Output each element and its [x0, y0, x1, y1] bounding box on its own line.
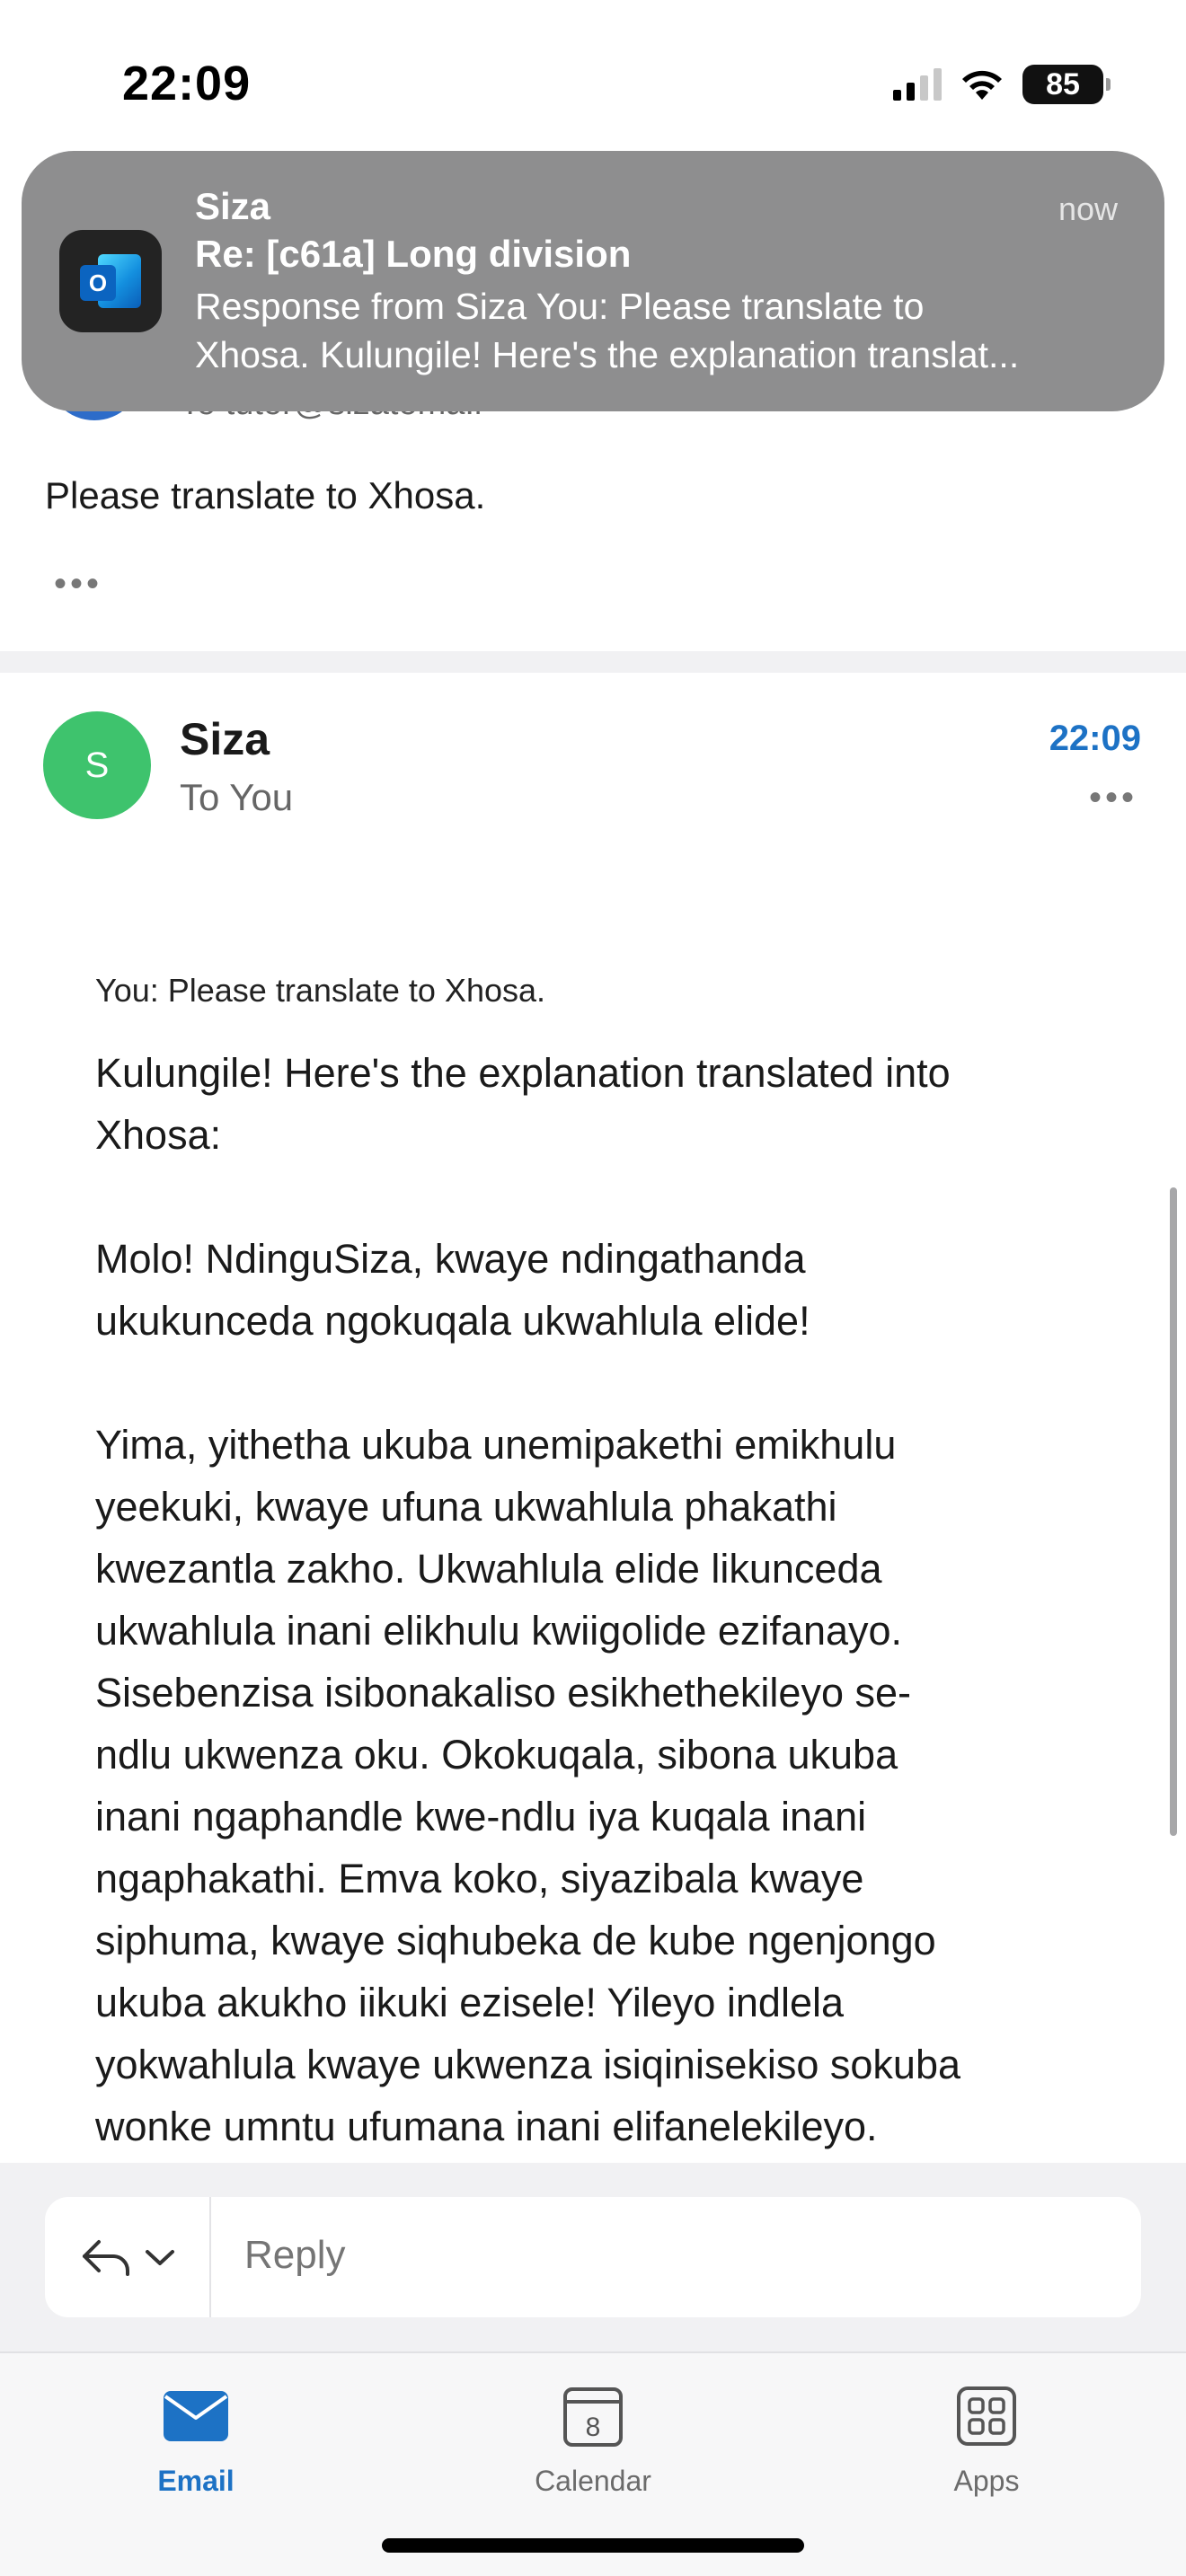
reply-options-button[interactable]	[45, 2197, 211, 2317]
tab-calendar-label: Calendar	[535, 2465, 651, 2497]
notification-title: Re: [c61a] Long division	[195, 233, 632, 275]
battery-level: 85	[1046, 66, 1080, 101]
message-time: 22:09	[1049, 719, 1141, 758]
message-separator	[0, 651, 1186, 673]
reply-box	[45, 2197, 1141, 2317]
reply-input[interactable]	[244, 2233, 1053, 2278]
tab-calendar[interactable]: 8 Calendar	[494, 2371, 692, 2498]
calendar-icon: 8	[563, 2387, 623, 2447]
reply-arrow-icon	[82, 2240, 129, 2276]
tab-email-label: Email	[157, 2465, 235, 2497]
notification-body: Response from Siza You: Please translate…	[195, 282, 1147, 379]
message-more-button[interactable]: •••	[1089, 778, 1137, 818]
notification-body-line: Response from Siza You: Please translate…	[195, 286, 925, 327]
notification-body-line: Xhosa. Kulungile! Here's the explanation…	[195, 334, 1020, 375]
outlook-letter: O	[80, 265, 116, 301]
recipient-line[interactable]: To You	[180, 776, 293, 819]
tab-apps-label: Apps	[953, 2465, 1020, 2497]
status-icons: 85	[893, 65, 1111, 104]
cellular-signal-icon	[893, 68, 942, 101]
sender-avatar[interactable]: S	[43, 711, 151, 819]
quoted-text: You: Please translate to Xhosa.	[95, 972, 546, 1009]
chevron-down-icon	[145, 2250, 174, 2265]
calendar-day: 8	[586, 2413, 601, 2442]
previous-more-button[interactable]: •••	[54, 564, 102, 604]
message-body: Kulungile! Here's the explanation transl…	[95, 1042, 1128, 2156]
notification-sender: Siza	[195, 185, 271, 227]
apps-grid-icon	[957, 2386, 1016, 2446]
reply-bar	[0, 2163, 1186, 2351]
home-indicator[interactable]	[382, 2538, 804, 2553]
message-paragraph: Molo! NdinguSiza, kwaye ndingathanda uku…	[95, 1236, 810, 1344]
tab-email[interactable]: Email	[97, 2371, 295, 2498]
message-paragraph: Kulungile! Here's the explanation transl…	[95, 1050, 951, 1158]
envelope-icon	[164, 2391, 228, 2441]
notification-time: now	[1058, 190, 1118, 227]
tab-apps[interactable]: Apps	[888, 2371, 1085, 2498]
outlook-icon: O	[59, 230, 162, 332]
scrollbar[interactable]	[1170, 1187, 1177, 1836]
wifi-icon	[962, 70, 1002, 100]
message-paragraph: Yima, yithetha ukuba unemipakethi emikhu…	[95, 1422, 960, 2149]
battery-icon: 85	[1022, 65, 1111, 104]
notification-banner[interactable]: O Siza now Re: [c61a] Long division Resp…	[22, 151, 1164, 411]
status-time: 22:09	[122, 57, 252, 110]
previous-message-body: Please translate to Xhosa.	[45, 474, 486, 516]
sender-name[interactable]: Siza	[180, 713, 270, 765]
